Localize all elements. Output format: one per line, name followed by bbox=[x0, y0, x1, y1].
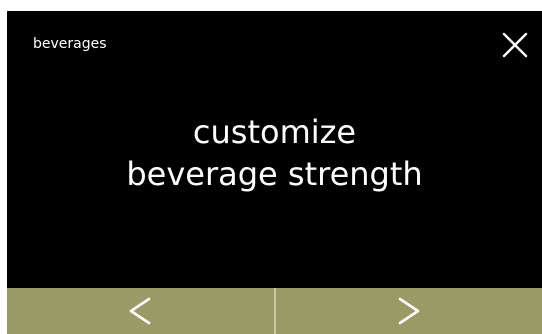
chevron-right-icon bbox=[398, 297, 420, 325]
chevron-left-icon bbox=[129, 297, 151, 325]
page-title: beverages bbox=[33, 36, 107, 52]
message-line-1: customize bbox=[192, 113, 357, 151]
next-button[interactable] bbox=[273, 288, 542, 334]
main-message: customize beverage strength bbox=[7, 111, 542, 195]
close-button[interactable] bbox=[500, 30, 530, 60]
message-line-2: beverage strength bbox=[126, 155, 423, 193]
navigation-bar bbox=[7, 288, 542, 334]
previous-button[interactable] bbox=[7, 288, 274, 334]
close-icon bbox=[502, 32, 528, 58]
screen: beverages customize beverage strength bbox=[7, 11, 542, 334]
